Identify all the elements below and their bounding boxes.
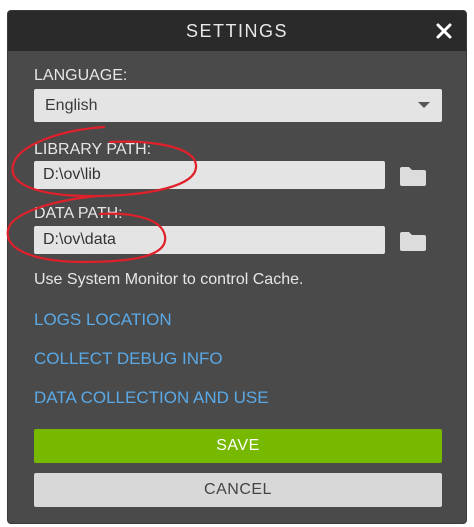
dialog-title: SETTINGS	[185, 21, 288, 41]
library-path-label: LIBRARY PATH:	[34, 141, 152, 158]
settings-dialog: SETTINGS LANGUAGE: English LIBRARY PATH:…	[7, 10, 467, 524]
language-selected-value: English	[45, 97, 98, 114]
data-path-label: DATA PATH:	[34, 205, 123, 222]
cache-info-text: Use System Monitor to control Cache.	[34, 271, 304, 288]
cancel-button[interactable]: CANCEL	[34, 473, 442, 507]
data-collection-link[interactable]: DATA COLLECTION AND USE	[34, 388, 269, 408]
collect-debug-info-link[interactable]: COLLECT DEBUG INFO	[34, 349, 223, 369]
data-path-folder-icon[interactable]	[398, 230, 428, 252]
chevron-down-icon	[418, 102, 430, 108]
save-button[interactable]: SAVE	[34, 429, 442, 463]
library-path-folder-icon[interactable]	[398, 165, 428, 187]
language-label: LANGUAGE:	[34, 67, 128, 84]
close-icon[interactable]	[432, 19, 456, 43]
data-path-input[interactable]	[34, 226, 385, 254]
library-path-input[interactable]	[34, 161, 385, 189]
logs-location-link[interactable]: LOGS LOCATION	[34, 310, 172, 330]
language-select[interactable]: English	[34, 89, 442, 122]
